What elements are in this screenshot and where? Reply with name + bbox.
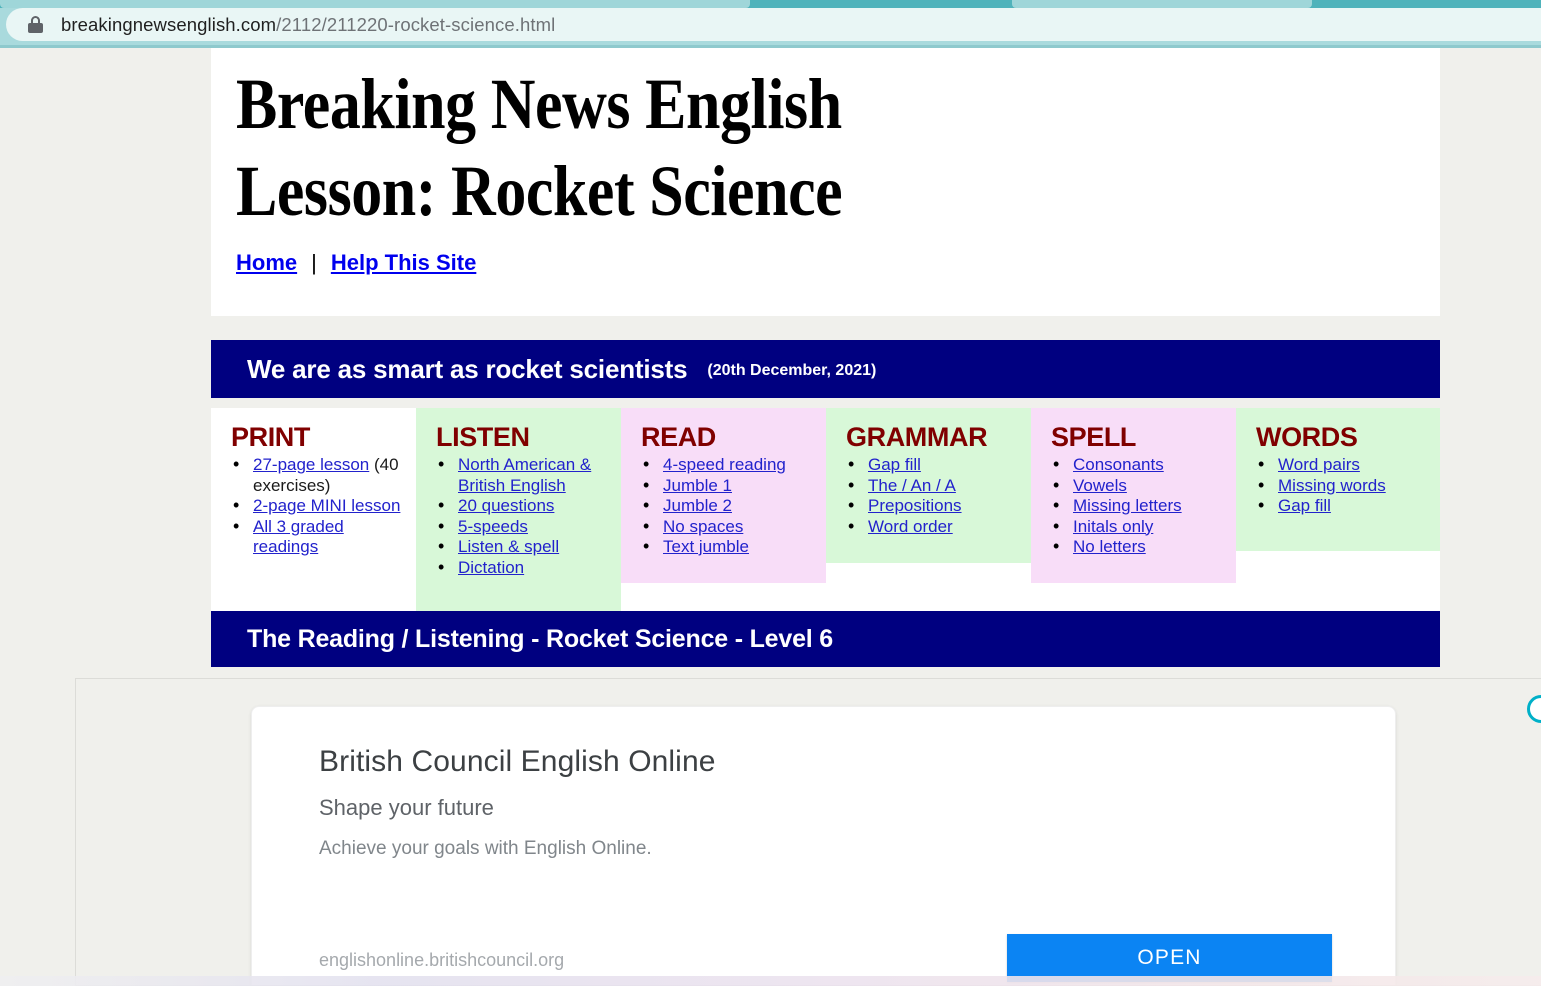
ad-description: Achieve your goals with English Online. <box>319 838 652 859</box>
section-heading: The Reading / Listening - Rocket Science… <box>247 624 833 653</box>
column-title-grammar: GRAMMAR <box>846 422 988 452</box>
url-host: breakingnewsenglish.com <box>61 13 277 35</box>
link-spell-1[interactable]: Vowels <box>1073 476 1127 495</box>
list-item: Consonants <box>1053 454 1230 476</box>
link-spell-4[interactable]: No letters <box>1073 537 1146 556</box>
ad-display-url: englishonline.britishcouncil.org <box>319 950 565 970</box>
ad-open-button[interactable]: OPEN <box>1007 934 1332 982</box>
column-spell: SPELL Consonants VowelsMissing letters Init… <box>1031 408 1236 583</box>
list-item: 5-speeds <box>438 516 615 538</box>
link-list-print: 27-page lesson (40 exercises)2-page MINI… <box>211 454 416 558</box>
link-listen-1[interactable]: 20 questions <box>458 496 554 515</box>
link-words-1[interactable]: Missing words <box>1278 476 1386 495</box>
list-item: No letters <box>1053 536 1230 558</box>
address-bar[interactable]: breakingnewsenglish.com/2112/211220-rock… <box>6 8 1541 41</box>
column-listen: LISTENNorth American & British English20… <box>416 408 621 611</box>
link-listen-2[interactable]: 5-speeds <box>458 517 528 536</box>
column-print: PRINT27-page lesson (40 exercises)2-page… <box>211 408 416 611</box>
link-grammar-2[interactable]: Prepositions <box>868 496 962 515</box>
link-list-words: Word pairs Missing wordsGap fill <box>1236 454 1440 517</box>
list-item: Text jumble <box>643 536 820 558</box>
link-grammar-1[interactable]: The / An / A <box>868 476 956 495</box>
column-title-spell: SPELL <box>1051 422 1137 452</box>
lesson-date: (20th December, 2021) <box>707 362 877 379</box>
list-item: All 3 graded readings <box>233 516 410 558</box>
list-item: 20 questions <box>438 495 615 517</box>
list-item: No spaces <box>643 516 820 538</box>
link-read-2[interactable]: Jumble 2 <box>663 496 732 515</box>
section-heading-bar: The Reading / Listening - Rocket Science… <box>211 611 1440 667</box>
link-grammar-3[interactable]: Word order <box>868 517 953 536</box>
browser-chrome: breakingnewsenglish.com/2112/211220-rock… <box>0 0 1541 48</box>
nav-separator: | <box>311 250 317 275</box>
browser-tab-strip <box>0 0 1541 8</box>
link-print-2[interactable]: All 3 graded readings <box>253 517 344 557</box>
link-read-3[interactable]: No spaces <box>663 517 743 536</box>
list-item: Vowels <box>1053 475 1230 497</box>
activity-columns: PRINT27-page lesson (40 exercises)2-page… <box>211 408 1440 611</box>
address-bar-url: breakingnewsenglish.com/2112/211220-rock… <box>61 14 555 36</box>
link-words-0[interactable]: Word pairs <box>1278 455 1360 474</box>
column-grammar: GRAMMAR Gap fill The / An / APrepositions W… <box>826 408 1031 563</box>
link-grammar-0[interactable]: Gap fill <box>868 455 921 474</box>
site-masthead: Breaking News English Lesson: Rocket Sci… <box>211 48 1440 316</box>
page-bottom-edge <box>0 976 1541 986</box>
link-spell-3[interactable]: Initals only <box>1073 517 1153 536</box>
lock-icon[interactable] <box>28 16 43 33</box>
advertisement-region: British Council English Online Shape you… <box>75 678 1541 986</box>
column-read: READ 4-speed reading Jumble 1Jumble 2 No sp… <box>621 408 826 583</box>
list-item: Listen & spell <box>438 536 615 558</box>
list-item: 27-page lesson (40 exercises) <box>233 454 410 496</box>
column-title-listen: LISTEN <box>436 422 530 452</box>
list-item: Word pairs <box>1258 454 1434 476</box>
link-words-2[interactable]: Gap fill <box>1278 496 1331 515</box>
link-spell-2[interactable]: Missing letters <box>1073 496 1182 515</box>
link-listen-4[interactable]: Dictation <box>458 558 524 577</box>
url-path: /2112/211220-rocket-science.html <box>276 13 556 35</box>
column-title-read: READ <box>641 422 716 452</box>
list-item: Dictation <box>438 557 615 579</box>
link-listen-0[interactable]: North American & British English <box>458 455 591 495</box>
list-item: Prepositions <box>848 495 1025 517</box>
lesson-headline: We are as smart as rocket scientists <box>247 353 688 384</box>
list-item: The / An / A <box>848 475 1025 497</box>
browser-tab[interactable] <box>0 0 750 8</box>
link-listen-3[interactable]: Listen & spell <box>458 537 559 556</box>
column-title-print: PRINT <box>231 422 311 452</box>
masthead-nav: Home | Help This Site <box>236 250 476 276</box>
column-title-words: WORDS <box>1256 422 1358 452</box>
link-spell-0[interactable]: Consonants <box>1073 455 1164 474</box>
nav-link-home[interactable]: Home <box>236 250 297 275</box>
list-item: Word order <box>848 516 1025 538</box>
page-content: Breaking News English Lesson: Rocket Sci… <box>0 48 1541 986</box>
ad-headline[interactable]: British Council English Online <box>319 745 716 779</box>
info-circle-icon[interactable] <box>1527 695 1541 723</box>
link-print-0[interactable]: 27-page lesson <box>253 455 369 474</box>
lesson-headline-bar: We are as smart as rocket scientists (20… <box>211 340 1440 398</box>
link-list-listen: North American & British English20 quest… <box>416 454 621 579</box>
list-item: Gap fill <box>1258 495 1434 517</box>
ad-subheadline: Shape your future <box>319 795 494 820</box>
link-read-4[interactable]: Text jumble <box>663 537 749 556</box>
list-item: Jumble 2 <box>643 495 820 517</box>
link-read-1[interactable]: Jumble 1 <box>663 476 732 495</box>
nav-link-help-this-site[interactable]: Help This Site <box>331 250 476 275</box>
link-read-0[interactable]: 4-speed reading <box>663 455 786 474</box>
list-item: Jumble 1 <box>643 475 820 497</box>
list-item: Missing letters <box>1053 495 1230 517</box>
list-item: North American & British English <box>438 454 615 496</box>
list-item: 4-speed reading <box>643 454 820 476</box>
ad-card[interactable]: British Council English Online Shape you… <box>251 706 1396 985</box>
list-item: 2-page MINI lesson <box>233 495 410 517</box>
page-title: Breaking News English Lesson: Rocket Sci… <box>236 64 843 231</box>
link-list-read: 4-speed reading Jumble 1Jumble 2 No spaces… <box>621 454 826 558</box>
list-item: Gap fill <box>848 454 1025 476</box>
column-words: WORDS Word pairs Missing wordsGap fill <box>1236 408 1440 551</box>
link-list-spell: Consonants VowelsMissing letters Initals o… <box>1031 454 1236 558</box>
list-item: Missing words <box>1258 475 1434 497</box>
list-item: Initals only <box>1053 516 1230 538</box>
link-list-grammar: Gap fill The / An / APrepositions Word ord… <box>826 454 1031 538</box>
link-print-1[interactable]: 2-page MINI lesson <box>253 496 400 515</box>
browser-tab[interactable] <box>1012 0 1312 8</box>
